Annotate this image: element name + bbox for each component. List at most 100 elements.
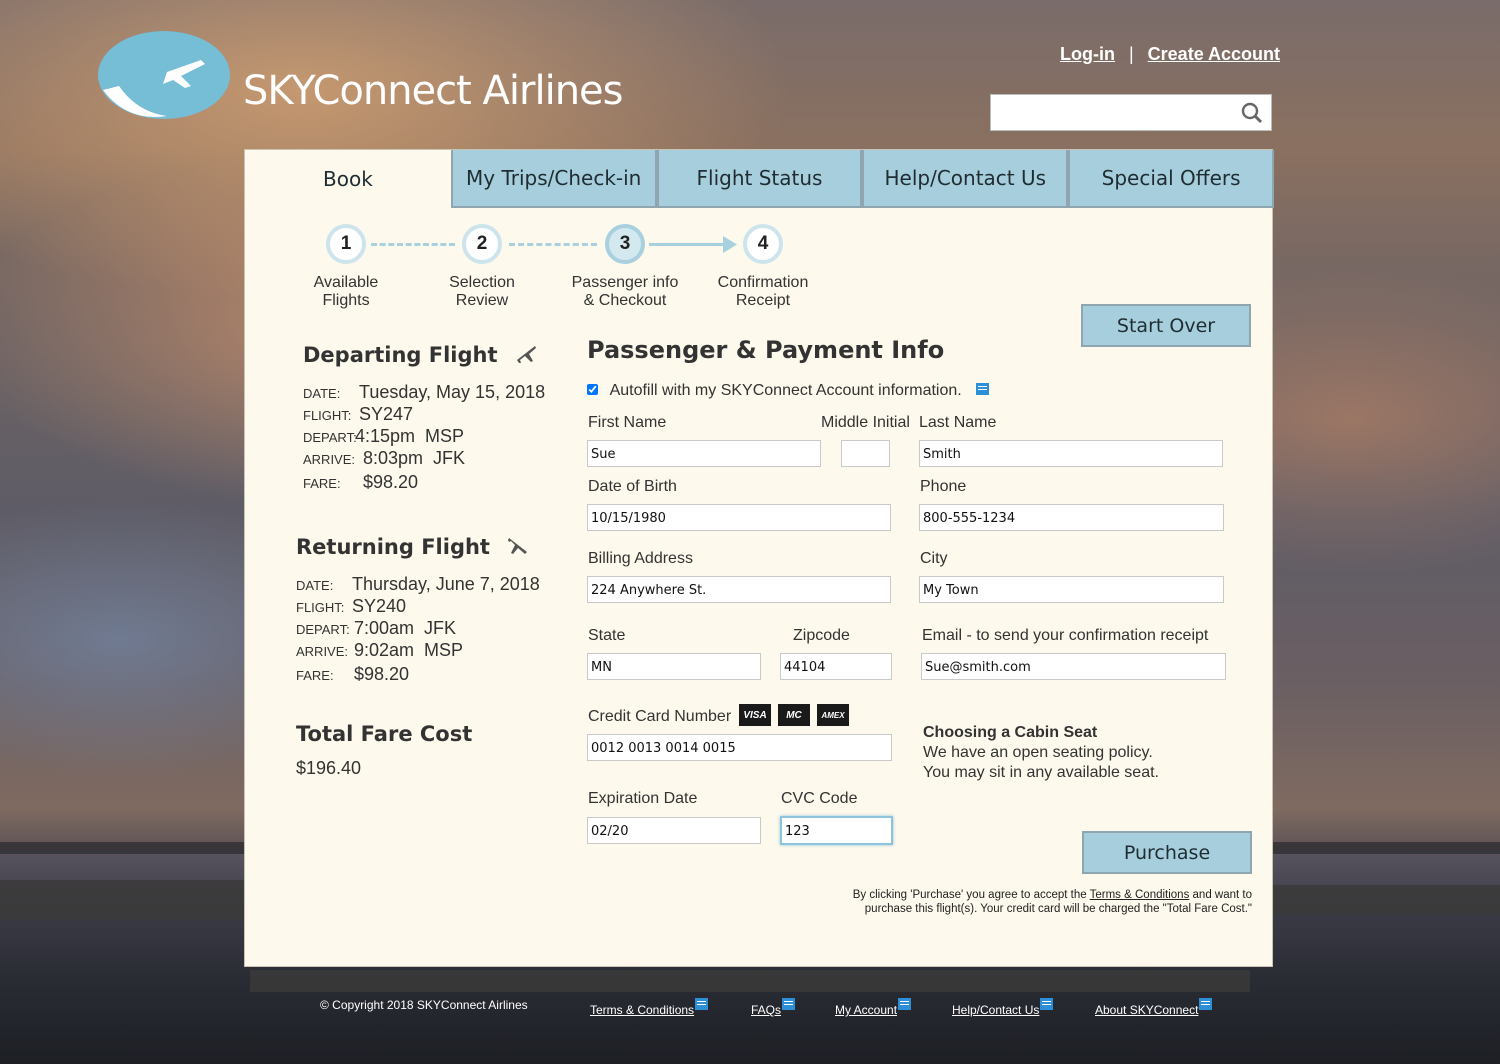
background-dock <box>0 880 245 920</box>
login-link[interactable]: Log-in <box>1060 44 1115 64</box>
returning-flight-title: Returning Flight <box>296 534 529 559</box>
tab-book[interactable]: Book <box>245 150 451 208</box>
step-label: Passenger info <box>571 274 679 291</box>
returning-date: Thursday, June 7, 2018 <box>352 574 540 594</box>
terms-notice: By clicking 'Purchase' you agree to acce… <box>745 888 1252 916</box>
purchase-button[interactable]: Purchase <box>1082 831 1252 874</box>
row-key: FLIGHT: <box>296 600 345 615</box>
autofill-label: Autofill with my SKYConnect Account info… <box>609 382 962 399</box>
first-name-label: First Name <box>588 414 667 431</box>
total-fare-title: Total Fare Cost <box>296 722 473 746</box>
plane-landing-icon <box>508 538 528 554</box>
row-key: ARRIVE: <box>303 452 356 467</box>
nav-tabs: Book My Trips/Check-in Flight Status Hel… <box>245 150 1274 208</box>
booking-panel: Book My Trips/Check-in Flight Status Hel… <box>244 149 1274 967</box>
state-field[interactable]: MN <box>587 653 761 680</box>
departing-date: Tuesday, May 15, 2018 <box>359 382 546 402</box>
brand-name: SKYConnect Airlines <box>243 68 623 114</box>
departing-depart-row: DEPART:4:15pm MSP <box>303 426 464 447</box>
email-field[interactable]: Sue@smith.com <box>921 653 1226 680</box>
tab-flight-status[interactable]: Flight Status <box>656 150 863 208</box>
returning-fare: $98.20 <box>354 664 410 684</box>
step-label: Flights <box>322 292 370 309</box>
step-number: 2 <box>462 224 502 264</box>
departing-title-text: Departing Flight <box>303 343 498 367</box>
autofill-checkbox[interactable] <box>587 384 598 395</box>
step-confirmation: 4 Confirmation Receipt <box>707 224 819 310</box>
tab-special-offers[interactable]: Special Offers <box>1068 150 1274 208</box>
city-label: City <box>920 550 948 567</box>
link-icon <box>898 998 912 1010</box>
background-dock <box>1273 885 1500 915</box>
link-icon <box>1040 998 1054 1010</box>
total-fare-value: $196.40 <box>296 758 362 778</box>
top-links: Log-in | Create Account <box>1060 44 1280 65</box>
step-passenger-info: 3 Passenger info & Checkout <box>561 224 689 310</box>
footer-link-terms: Terms & Conditions <box>590 998 709 1017</box>
amex-icon: AMEX <box>817 704 849 726</box>
footer-link-about-text[interactable]: About SKYConnect <box>1095 1003 1198 1017</box>
footer-link-about: About SKYConnect <box>1095 998 1213 1017</box>
phone-field[interactable]: 800-555-1234 <box>919 504 1224 531</box>
terms-text: purchase this flight(s). Your credit car… <box>864 903 1252 915</box>
step-label: Available <box>313 274 379 291</box>
expiration-date-field[interactable]: 02/20 <box>587 817 761 844</box>
search-icon[interactable] <box>1241 102 1263 124</box>
row-key: DATE: <box>303 386 341 401</box>
departing-arrive-time: 8:03pm JFK <box>363 448 466 468</box>
dob-label: Date of Birth <box>588 478 677 495</box>
tab-help-contact[interactable]: Help/Contact Us <box>862 150 1069 208</box>
row-key: FARE: <box>296 668 334 683</box>
step-label: & Checkout <box>583 292 667 309</box>
footer-link-faqs-text[interactable]: FAQs <box>751 1003 781 1017</box>
city-field[interactable]: My Town <box>919 576 1224 603</box>
tab-my-trips[interactable]: My Trips/Check-in <box>450 150 657 208</box>
footer-link-my-account: My Account <box>835 998 912 1017</box>
start-over-button[interactable]: Start Over <box>1081 304 1251 347</box>
middle-initial-field[interactable] <box>841 440 890 467</box>
logo[interactable] <box>97 30 231 120</box>
step-label: Confirmation <box>717 274 809 291</box>
state-label: State <box>588 627 626 644</box>
credit-card-field[interactable]: 0012 0013 0014 0015 <box>587 734 892 761</box>
cvc-code-field[interactable]: 123 <box>780 816 893 845</box>
phone-label: Phone <box>920 478 967 495</box>
billing-address-field[interactable]: 224 Anywhere St. <box>587 576 891 603</box>
returning-date-row: DATE: Thursday, June 7, 2018 <box>296 574 540 595</box>
departing-flight-number: SY247 <box>359 404 414 424</box>
step-label: Selection <box>449 274 515 291</box>
search-input[interactable] <box>990 94 1272 131</box>
link-icon <box>782 998 796 1010</box>
step-label: Receipt <box>735 292 791 309</box>
credit-card-label: Credit Card Number <box>588 708 732 725</box>
create-account-link[interactable]: Create Account <box>1148 44 1280 64</box>
returning-title-text: Returning Flight <box>296 535 490 559</box>
footer-link-help-text[interactable]: Help/Contact Us <box>952 1003 1039 1017</box>
info-link-icon[interactable] <box>976 383 990 395</box>
zipcode-field[interactable]: 44104 <box>780 653 892 680</box>
returning-arrive-row: ARRIVE: 9:02am MSP <box>296 640 463 661</box>
last-name-field[interactable]: Smith <box>919 440 1223 467</box>
mastercard-icon: MC <box>778 704 810 726</box>
step-number: 3 <box>605 224 645 264</box>
terms-link[interactable]: Terms & Conditions <box>1090 889 1190 901</box>
cabin-seat-line2: You may sit in any available seat. <box>923 764 1159 781</box>
logo-icon <box>98 31 230 119</box>
visa-icon: VISA <box>739 704 771 726</box>
departing-date-row: DATE: Tuesday, May 15, 2018 <box>303 382 545 403</box>
dob-field[interactable]: 10/15/1980 <box>587 504 891 531</box>
cvc-code-label: CVC Code <box>781 790 858 807</box>
row-key: FARE: <box>303 476 341 491</box>
returning-flight-number: SY240 <box>352 596 407 616</box>
step-available-flights: 1 Available Flights <box>296 224 396 310</box>
cabin-seat-line1: We have an open seating policy. <box>923 744 1153 761</box>
link-separator: | <box>1128 44 1134 64</box>
footer-link-terms-text[interactable]: Terms & Conditions <box>590 1003 694 1017</box>
expiration-date-label: Expiration Date <box>588 790 698 807</box>
footer-link-my-account-text[interactable]: My Account <box>835 1003 897 1017</box>
returning-flight-row: FLIGHT: SY240 <box>296 596 406 617</box>
departing-fare: $98.20 <box>363 472 419 492</box>
first-name-field[interactable]: Sue <box>587 440 821 467</box>
plane-takeoff-icon <box>516 346 536 363</box>
autofill-row: Autofill with my SKYConnect Account info… <box>587 382 990 400</box>
